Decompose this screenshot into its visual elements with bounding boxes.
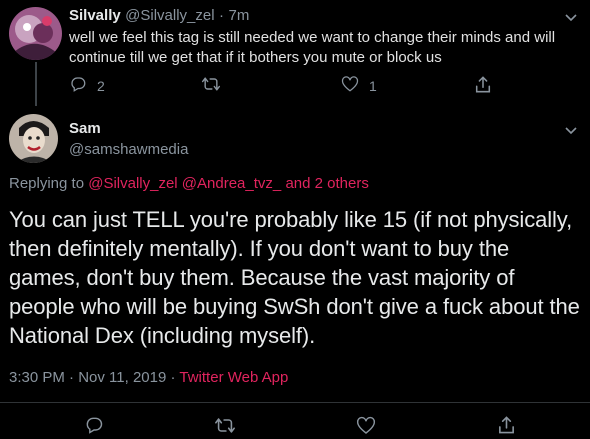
parent-avatar[interactable] (9, 7, 62, 60)
parent-header: Silvally @Silvally_zel · 7m (69, 7, 249, 25)
divider (0, 402, 590, 403)
replying-users-link[interactable]: @Silvally_zel @Andrea_tvz_ (88, 175, 281, 192)
parent-author-name[interactable]: Silvally (69, 7, 121, 24)
share-icon (497, 415, 516, 438)
parent-reply-action[interactable]: 2 (69, 75, 105, 96)
main-author-name[interactable]: Sam (69, 120, 101, 137)
main-retweet-button[interactable] (214, 416, 236, 438)
tweet-meta: 3:30 PM · Nov 11, 2019 · Twitter Web App (9, 369, 288, 386)
parent-like-count: 1 (369, 77, 377, 94)
main-author-handle[interactable]: @samshawmedia (69, 141, 188, 158)
parent-author-handle[interactable]: @Silvally_zel (125, 7, 214, 24)
main-menu-chevron-down-icon[interactable] (564, 123, 578, 135)
tweet-source-link[interactable]: Twitter Web App (179, 369, 288, 386)
retweet-icon (201, 75, 221, 96)
retweet-icon (214, 416, 236, 438)
main-share-button[interactable] (497, 415, 516, 438)
share-icon (474, 75, 492, 97)
main-avatar[interactable] (9, 114, 58, 163)
main-like-button[interactable] (356, 416, 376, 438)
parent-time[interactable]: 7m (228, 7, 249, 24)
parent-like-action[interactable]: 1 (341, 75, 377, 96)
meta-separator: · (170, 369, 176, 386)
replying-to: Replying to @Silvally_zel @Andrea_tvz_ a… (9, 175, 369, 192)
main-tweet-text: You can just TELL you're probably like 1… (9, 207, 580, 348)
tweet-timestamp[interactable]: 3:30 PM · Nov 11, 2019 (9, 369, 166, 386)
replying-and: and (285, 175, 311, 192)
replying-prefix: Replying to (9, 175, 85, 192)
thread-connector (35, 62, 37, 106)
parent-tweet-text: well we feel this tag is still needed we… (69, 29, 556, 66)
main-reply-button[interactable] (84, 415, 104, 438)
heart-icon (341, 75, 359, 96)
parent-menu-chevron-down-icon[interactable] (564, 10, 578, 22)
parent-retweet-action[interactable] (201, 75, 221, 96)
parent-share-action[interactable] (474, 75, 492, 97)
heart-icon (356, 416, 376, 438)
parent-reply-count: 2 (97, 77, 105, 94)
replying-others-link[interactable]: 2 others (315, 175, 369, 192)
parent-dot: · (219, 7, 225, 24)
reply-icon (84, 415, 104, 438)
reply-icon (69, 75, 87, 96)
